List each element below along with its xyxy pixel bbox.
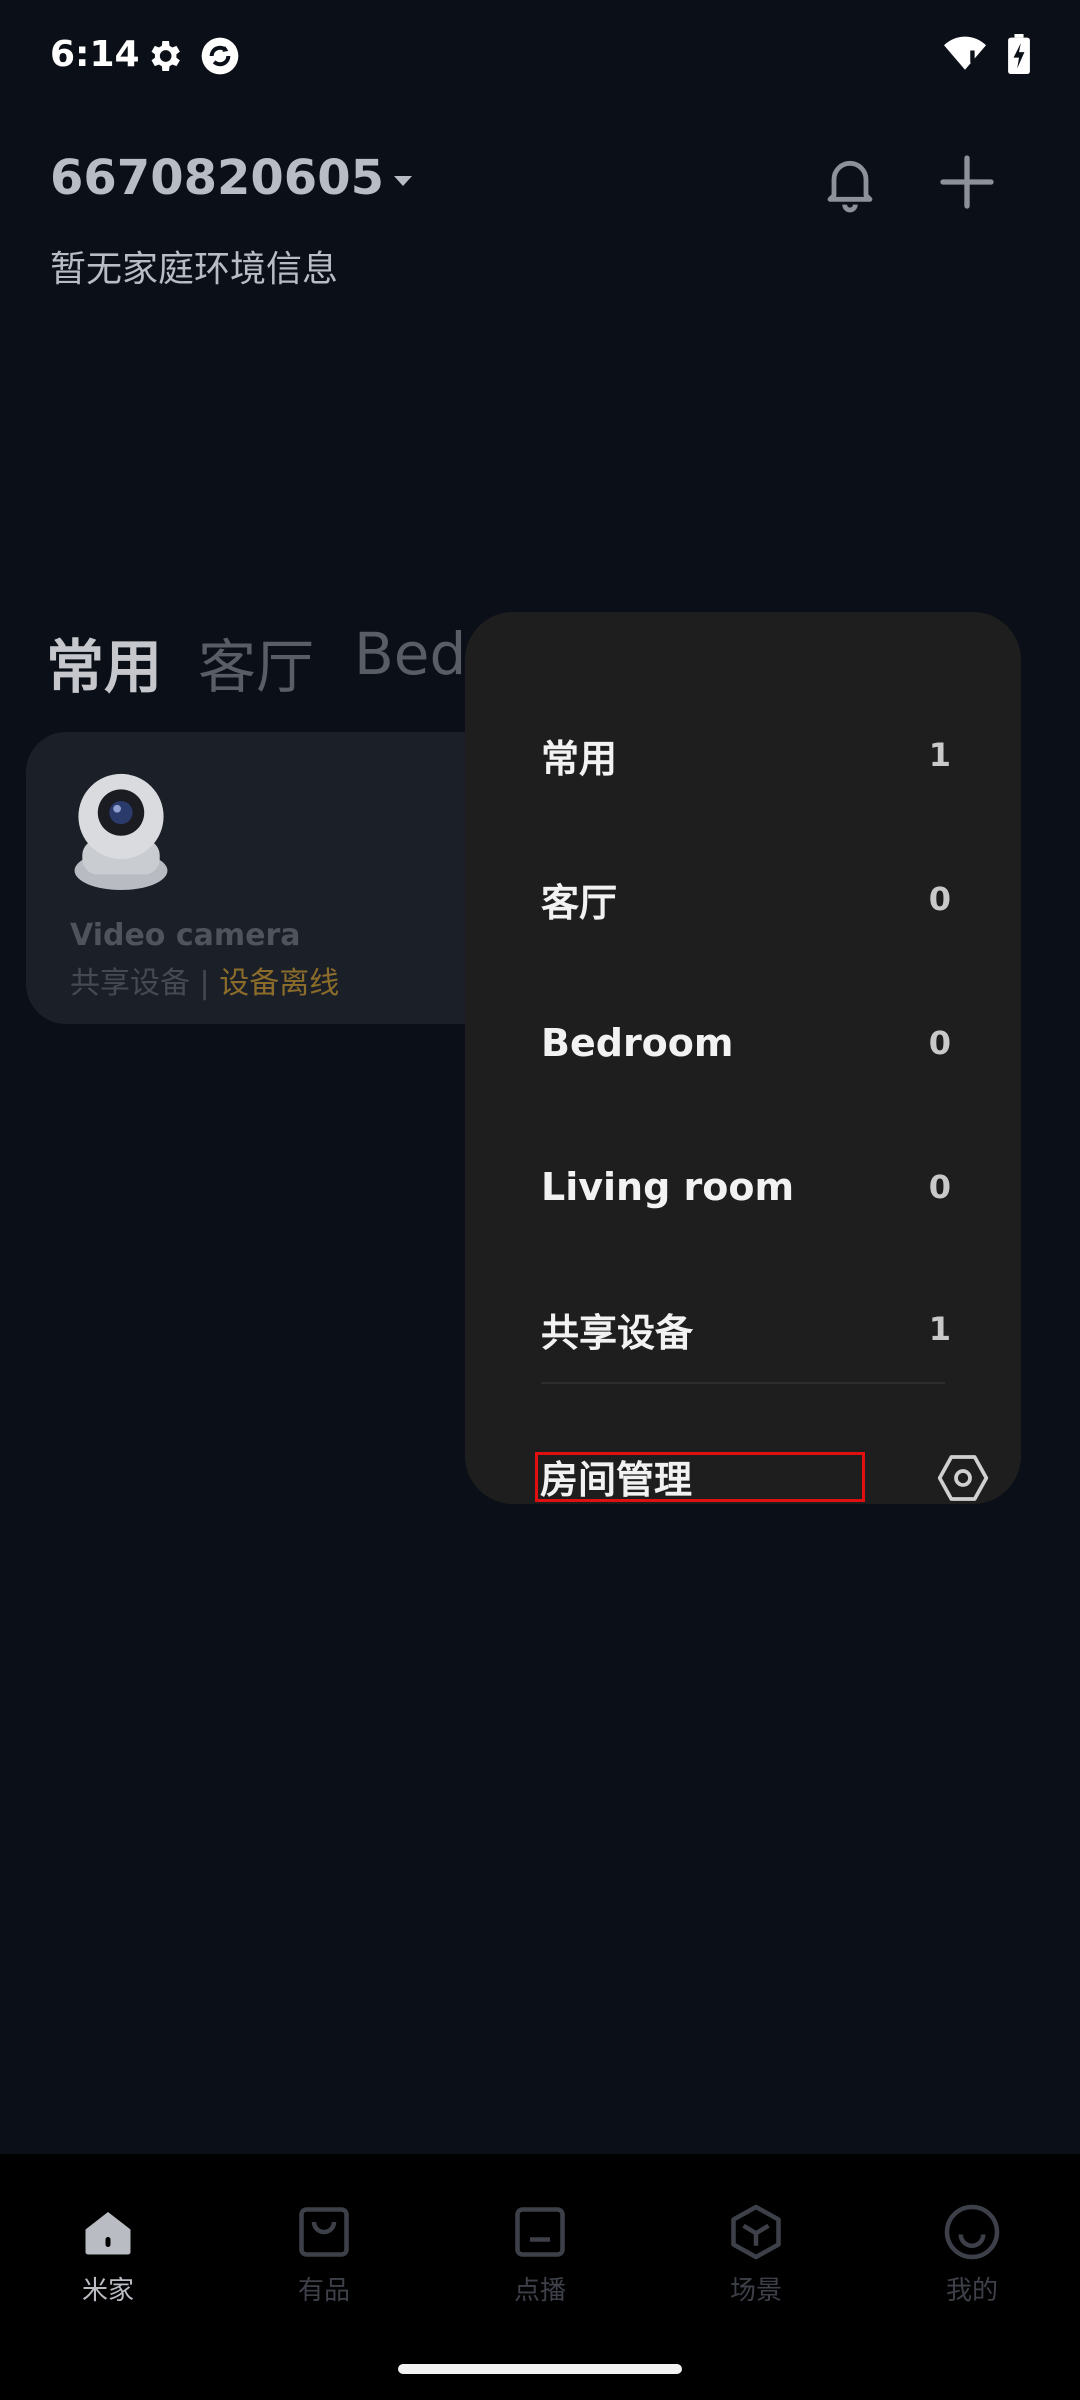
settings-gear-icon [151, 41, 180, 71]
shopping-bag-icon [299, 2207, 349, 2257]
room-count: 1 [928, 736, 951, 774]
home-name: 6670820605 [50, 150, 384, 206]
camera-device-icon [74, 773, 168, 890]
nav-item-home[interactable]: 米家 [48, 2202, 168, 2307]
nav-label: 米家 [81, 2276, 134, 2306]
nav-item-scene[interactable]: 场景 [696, 2202, 816, 2307]
room-name: Living room [541, 1165, 795, 1209]
room-count: 1 [928, 1310, 951, 1348]
media-icon [515, 2207, 565, 2257]
env-info-text: 暂无家庭环境信息 [50, 249, 339, 290]
nav-label: 场景 [729, 2276, 782, 2306]
room-management-button[interactable]: 房间管理 [535, 1452, 865, 1502]
hexagon-settings-icon[interactable] [935, 1450, 991, 1504]
nav-item-profile[interactable]: 我的 [912, 2202, 1032, 2307]
device-status: 设备离线 [219, 966, 340, 1001]
room-name: 客厅 [541, 880, 618, 925]
room-count: 0 [928, 880, 951, 918]
scene-cube-icon [731, 2204, 781, 2260]
status-time: 6:14 [50, 34, 140, 75]
nav-label: 我的 [945, 2276, 998, 2306]
nav-item-dianbo[interactable]: 点播 [480, 2202, 600, 2307]
add-icon[interactable] [935, 150, 999, 214]
room-count: 0 [928, 1024, 951, 1062]
home-selector[interactable]: 6670820605 [50, 150, 412, 206]
room-count: 0 [928, 1168, 951, 1206]
nav-label: 有品 [297, 2276, 350, 2306]
device-name: Video camera [70, 918, 301, 953]
battery-charging-icon [1008, 34, 1030, 74]
nav-item-youpin[interactable]: 有品 [264, 2202, 384, 2307]
room-name: 常用 [541, 736, 618, 781]
separator: | [199, 966, 210, 1001]
home-icon [85, 2212, 131, 2255]
room-dropdown: 常用 1 客厅 0 Bedroom 0 Living room 0 共享设备 1… [465, 612, 1021, 1504]
nav-label: 点播 [513, 2276, 566, 2306]
device-subtitle: 共享设备 | 设备离线 [70, 958, 339, 1002]
room-management-row[interactable]: 房间管理 [535, 1452, 997, 1504]
room-item-shared[interactable]: 共享设备 1 [465, 1284, 1021, 1374]
room-item-keting[interactable]: 客厅 0 [465, 854, 1021, 944]
bell-icon[interactable] [818, 150, 882, 214]
device-shared-label: 共享设备 [70, 966, 190, 1001]
room-item-changyong[interactable]: 常用 1 [465, 710, 1021, 800]
room-item-bedroom[interactable]: Bedroom 0 [465, 998, 1021, 1088]
home-indicator[interactable] [398, 2364, 682, 2374]
tab-keting[interactable]: 客厅 [198, 620, 314, 704]
app-sync-icon [201, 37, 239, 75]
caret-down-icon [393, 176, 412, 186]
room-item-living-room[interactable]: Living room 0 [465, 1142, 1021, 1232]
divider [541, 1382, 945, 1384]
room-name: 共享设备 [541, 1310, 694, 1355]
room-name: Bedroom [541, 1021, 734, 1065]
wifi-icon [944, 36, 986, 70]
status-icons [944, 34, 1030, 74]
tab-changyong[interactable]: 常用 [46, 620, 162, 704]
profile-smile-icon [944, 2204, 1000, 2260]
